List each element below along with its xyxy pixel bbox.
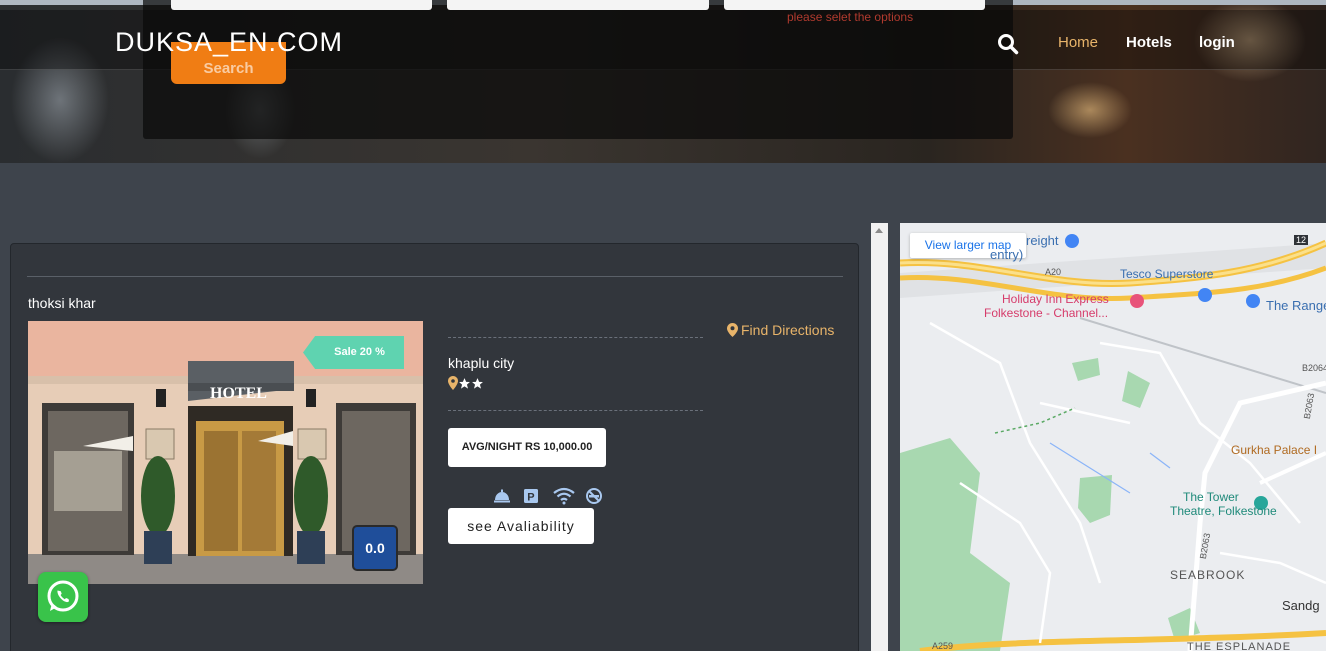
map-label-sandgate: Sandg [1282,598,1320,613]
nav-hotels-link[interactable]: Hotels [1126,34,1172,51]
map-label-tower-theatre: The Tower [1183,490,1239,504]
hotel-card: thoksi khar HOTEL Sale 20 % 0.0 Find Dir… [10,243,859,651]
nav-login-link[interactable]: login [1199,34,1235,51]
search-error-message: please selet the options [787,10,914,24]
search-panel: please selet the options Search [143,0,1013,139]
price-per-night: AVG/NIGHT RS 10,000.00 [448,428,606,467]
sale-badge: Sale 20 % [303,336,404,369]
parking-icon: P [524,489,538,504]
star-icon [459,377,470,389]
map-label-tower-theatre-2: Theatre, Folkestone [1170,504,1277,518]
star-icon [472,377,483,389]
card-divider [27,276,843,277]
map-label-esplanade: THE ESPLANADE [1187,641,1292,651]
map-label-a20: A20 [1045,267,1062,277]
svg-text:P: P [527,492,534,504]
info-divider-top [448,337,703,338]
room-service-icon [494,489,510,503]
hero-background: please selet the options Search DUKSA_EN… [0,0,1326,163]
map-label-tesco: Tesco Superstore [1120,267,1214,281]
map-road-number: 12 [1294,235,1309,245]
star-rating [448,375,484,391]
freight-pin-icon [1065,234,1079,248]
map-canvas [900,223,1326,651]
see-availability-button[interactable]: see Avaliability [448,508,594,544]
page-scrollbar[interactable] [871,223,888,651]
search-select-2[interactable] [447,0,709,10]
whatsapp-icon [47,580,79,612]
info-divider-bottom [448,410,703,411]
map-label-freight: reight [1026,233,1059,248]
holiday-inn-pin-icon [1130,294,1144,308]
map-label-holiday-inn-2: Folkestone - Channel... [984,306,1109,320]
hotel-sign-text: HOTEL [210,385,267,402]
google-map[interactable]: View larger map reight entry) Tesco Supe… [900,223,1326,651]
scroll-up-arrow-icon[interactable] [875,228,883,233]
map-label-gurkha: Gurkha Palace I [1231,443,1318,457]
tesco-pin-icon [1198,288,1212,302]
site-logo[interactable]: DUKSA_EN.COM [115,27,343,58]
location-pin-icon [448,376,458,390]
no-smoking-icon [586,488,602,504]
hotel-city: khaplu city [448,355,515,371]
search-select-1[interactable] [171,0,432,10]
search-select-3[interactable] [724,0,985,10]
wifi-icon [553,487,575,505]
search-icon[interactable] [997,33,1019,55]
whatsapp-button[interactable] [38,572,88,622]
find-directions-label: Find Directions [741,322,835,338]
map-pin-icon [727,323,738,337]
nav-home-link[interactable]: Home [1058,34,1098,51]
map-label-holiday-inn: Holiday Inn Express [1002,292,1109,306]
find-directions-link[interactable]: Find Directions [727,322,834,338]
map-label-seabrook: SEABROOK [1170,568,1246,582]
map-label-entry: entry) [990,247,1024,262]
map-label-b2064: B2064 [1302,363,1326,373]
map-label-a259: A259 [932,641,954,651]
range-pin-icon [1246,294,1260,308]
hotel-name[interactable]: thoksi khar [28,295,96,311]
map-label-range: The Range [1266,298,1326,313]
hotel-photo[interactable]: HOTEL Sale 20 % 0.0 [28,321,423,584]
rating-badge: 0.0 [352,525,398,571]
